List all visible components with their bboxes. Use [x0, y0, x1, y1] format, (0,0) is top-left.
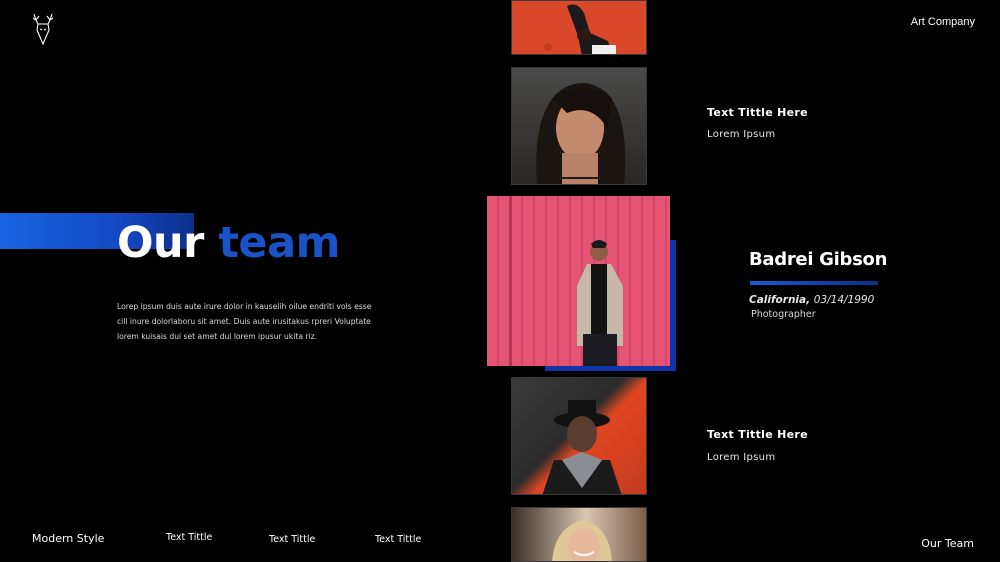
card-title-2: Text Tittle Here	[707, 428, 808, 441]
page-title: Our team	[117, 218, 340, 268]
featured-underline	[750, 281, 878, 285]
featured-date: 03/14/1990	[813, 294, 875, 306]
featured-city: California,	[749, 294, 811, 306]
featured-name: Badrei Gibson	[749, 249, 888, 270]
title-word-our: Our	[117, 218, 204, 268]
featured-photo	[487, 196, 670, 366]
footer-nav-item-1[interactable]: Text Tittle	[166, 532, 212, 543]
featured-role: Photographer	[751, 309, 816, 320]
footer-nav-item-2[interactable]: Text Tittle	[269, 534, 315, 545]
title-word-team: team	[218, 218, 340, 268]
description-text: Lorep ipsum duis aute irure dolor in kau…	[117, 302, 372, 341]
card-subtitle-1: Lorem Ipsum	[707, 129, 776, 140]
brand-name: Art Company	[910, 16, 975, 28]
card-title-1: Text Tittle Here	[707, 106, 808, 119]
featured-location: California, 03/14/1990	[749, 294, 874, 306]
card-subtitle-2: Lorem Ipsum	[707, 452, 776, 463]
team-photo-1	[511, 0, 647, 55]
deer-head-icon	[28, 12, 58, 46]
footer-right-label: Our Team	[921, 537, 974, 550]
team-photo-2	[511, 67, 647, 185]
footer-left-label: Modern Style	[32, 532, 105, 545]
team-photo-4	[511, 507, 647, 562]
footer-nav-item-3[interactable]: Text Tittle	[375, 534, 421, 545]
team-photo-3	[511, 377, 647, 495]
